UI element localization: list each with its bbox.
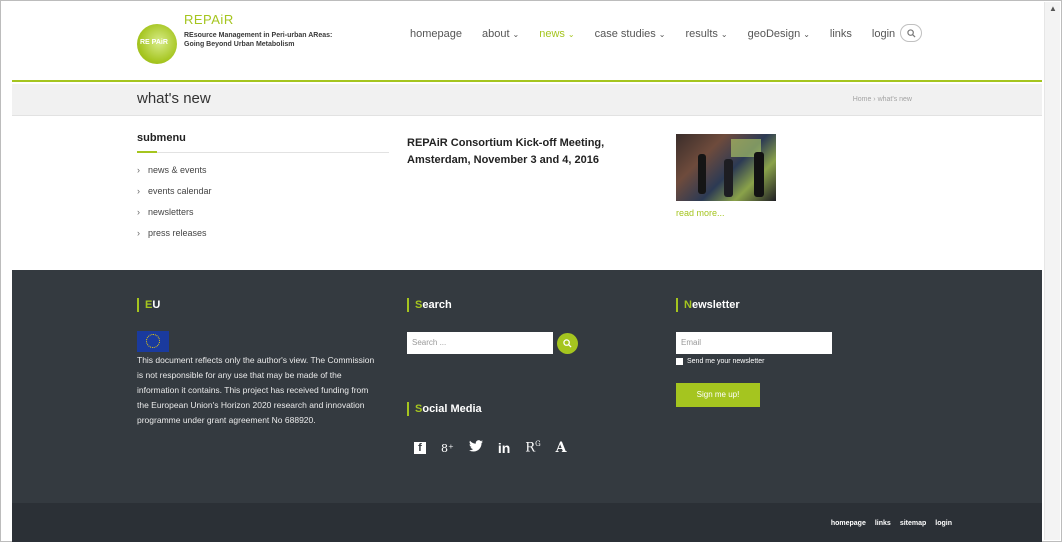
submenu-item-events-calendar[interactable]: › events calendar <box>137 186 212 207</box>
nav-label: homepage <box>410 28 462 40</box>
nav-label: geoDesign <box>747 28 801 40</box>
chevron-right-icon: › <box>137 165 140 175</box>
submenu-heading: submenu <box>137 132 186 144</box>
submenu-item-label: press releases <box>148 228 207 238</box>
page: RE PAiR REPAiR REsource Management in Pe… <box>12 2 1042 542</box>
bottom-link-login[interactable]: login <box>935 520 952 527</box>
logo-emblem: RE PAiR <box>137 24 177 64</box>
breadcrumb[interactable]: Home › what's new <box>853 96 912 103</box>
bottom-links: homepage links sitemap login <box>831 520 952 527</box>
chevron-down-icon: ⌄ <box>803 30 810 39</box>
submenu-list: › news & events › events calendar › newslet… <box>137 165 212 249</box>
chevron-down-icon: ⌄ <box>658 30 666 39</box>
submenu-item-newsletters[interactable]: › newsletters <box>137 207 212 228</box>
nav-login[interactable]: login <box>872 28 895 40</box>
nav-geodesign[interactable]: geoDesign ⌄ <box>748 28 810 40</box>
logo-name: REPAiR <box>184 12 234 27</box>
news-photo[interactable] <box>676 134 776 201</box>
nav-label: links <box>829 28 852 40</box>
nav-news[interactable]: news ⌄ <box>539 28 574 40</box>
submenu-item-label: newsletters <box>148 207 194 217</box>
nav-homepage[interactable]: homepage <box>410 28 462 40</box>
chevron-right-icon: › <box>137 207 140 217</box>
nav-links[interactable]: links <box>830 28 852 40</box>
site-header: RE PAiR REPAiR REsource Management in Pe… <box>12 2 1042 82</box>
logo-tagline: REsource Management in Peri-urban AReas:… <box>184 32 333 48</box>
nav-results[interactable]: results ⌄ <box>685 28 727 40</box>
photo-figure <box>698 154 706 194</box>
main-nav: homepage about ⌄ news ⌄ case studies ⌄ resu… <box>410 28 915 40</box>
heading-rest: ewsletter <box>691 299 740 311</box>
heading-rest: U <box>152 299 161 311</box>
photo-figure <box>724 159 733 197</box>
submenu-item-label: events calendar <box>148 186 212 196</box>
googleplus-icon[interactable]: 8⁺ <box>441 442 454 455</box>
linkedin-icon[interactable]: in <box>498 440 510 456</box>
page-title: what's new <box>137 90 211 107</box>
nav-label: case studies <box>594 28 656 40</box>
eu-disclaimer: This document reflects only the author's… <box>137 355 375 425</box>
heading-rest: ocial Media <box>422 403 482 415</box>
news-title[interactable]: REPAiR Consortium Kick-off Meeting, Amst… <box>407 135 657 169</box>
twitter-icon[interactable] <box>468 440 483 456</box>
newsletter-heading: Newsletter <box>676 298 740 312</box>
heading-initial: N <box>684 299 692 311</box>
nav-label: about <box>482 28 510 40</box>
checkbox-label: Send me your newsletter <box>687 358 765 365</box>
nav-label: login <box>871 28 896 40</box>
chevron-down-icon: ⌄ <box>720 30 728 39</box>
submenu-item-press-releases[interactable]: › press releases <box>137 228 212 249</box>
read-more-link[interactable]: read more... <box>676 208 725 218</box>
nav-about[interactable]: about ⌄ <box>482 28 519 40</box>
divider <box>137 152 389 153</box>
researchgate-icon[interactable]: RG <box>525 440 540 455</box>
footer-search-input[interactable]: Search ... <box>407 332 553 354</box>
sign-up-button[interactable]: Sign me up! <box>676 383 760 407</box>
heading-rest: earch <box>422 299 452 311</box>
submenu-item-label: news & events <box>148 165 207 175</box>
divider-accent <box>137 151 157 153</box>
nav-label: news <box>539 28 565 40</box>
scroll-up-icon[interactable]: ▲ <box>1049 4 1057 13</box>
nav-case-studies[interactable]: case studies ⌄ <box>595 28 666 40</box>
search-icon[interactable] <box>557 333 578 354</box>
academia-icon[interactable]: A <box>556 440 567 456</box>
chevron-down-icon: ⌄ <box>567 30 575 39</box>
eu-flag-icon <box>137 331 169 352</box>
bottom-link-sitemap[interactable]: sitemap <box>900 520 926 527</box>
site-logo[interactable]: RE PAiR REPAiR REsource Management in Pe… <box>137 12 347 72</box>
search-heading: Search <box>407 298 452 312</box>
newsletter-checkbox[interactable]: Send me your newsletter <box>676 358 764 365</box>
chevron-down-icon: ⌄ <box>512 30 520 39</box>
email-field[interactable]: Email <box>676 332 832 354</box>
logo-badge-text: RE PAiR <box>140 39 168 46</box>
social-icons: f 8⁺ in RG A <box>414 440 567 456</box>
checkbox-box[interactable] <box>676 358 683 365</box>
chevron-right-icon: › <box>137 228 140 238</box>
eu-heading: EU <box>137 298 160 312</box>
bottom-bar: homepage links sitemap login <box>12 503 1042 542</box>
bottom-link-links[interactable]: links <box>875 520 891 527</box>
facebook-icon[interactable]: f <box>414 442 426 454</box>
bottom-link-homepage[interactable]: homepage <box>831 520 866 527</box>
social-heading: Social Media <box>407 402 482 416</box>
scrollbar[interactable]: ▲ <box>1044 2 1060 540</box>
chevron-right-icon: › <box>137 186 140 196</box>
nav-label: results <box>685 28 718 40</box>
search-icon[interactable] <box>900 24 922 42</box>
page-title-bar: what's new Home › what's new <box>12 84 1042 116</box>
submenu-item-news-events[interactable]: › news & events <box>137 165 212 186</box>
photo-figure <box>754 152 764 197</box>
